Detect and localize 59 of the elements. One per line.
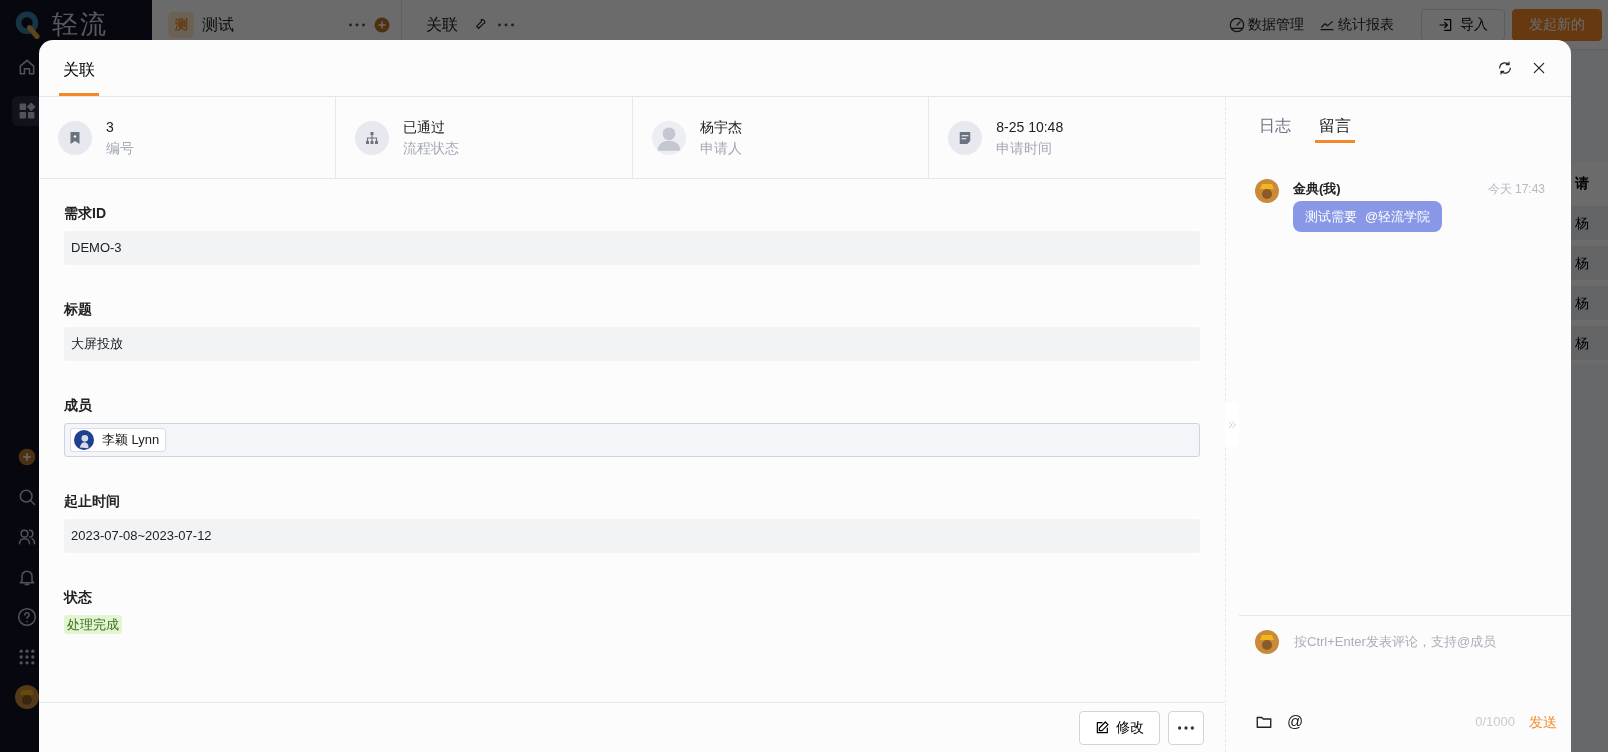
search-icon[interactable] [17, 487, 37, 507]
logo-text: 轻流 [52, 7, 108, 41]
comment-author: 金典(我) [1293, 180, 1341, 198]
gauge-icon [1228, 16, 1245, 33]
field-value: 2023-07-08~2023-07-12 [64, 519, 1200, 553]
summary-value: 杨宇杰 [699, 117, 742, 137]
tab[interactable]: 日志 [1255, 109, 1295, 143]
field-value: 大屏投放 [64, 327, 1200, 361]
toolbar-link[interactable]: 统计报表 [1311, 8, 1402, 41]
summary-label: 申请人 [699, 138, 742, 158]
summary-label: 编号 [106, 138, 134, 158]
comment-text: 测试需要 [1305, 207, 1357, 226]
app-badge: 测 [168, 11, 194, 38]
member-name: 李颖 Lynn [102, 431, 160, 450]
summary-value: 已通过 [402, 117, 446, 137]
summary-label: 流程状态 [402, 138, 459, 158]
form-name: 关联 [426, 14, 458, 35]
field-value: DEMO-3 [64, 231, 1200, 265]
mention-link[interactable]: @轻流学院 [1365, 206, 1431, 226]
more-icon[interactable] [498, 22, 514, 27]
bell-icon[interactable] [17, 567, 37, 587]
mention-button[interactable]: @ [1287, 710, 1304, 734]
status-tag: 处理完成 [64, 615, 122, 634]
edit-button[interactable]: 修改 [1079, 710, 1160, 745]
home-icon[interactable] [17, 57, 37, 77]
import-button[interactable]: 导入 [1421, 8, 1505, 41]
help-icon[interactable] [17, 607, 37, 627]
comment-input[interactable]: 按Ctrl+Enter发表评论，支持@成员 [1292, 631, 1555, 653]
avatar [74, 430, 94, 450]
tab[interactable]: 关联 [59, 58, 99, 96]
summary-value: 3 [106, 117, 115, 137]
edit-icon [1094, 719, 1110, 736]
field-label: 起止时间 [64, 492, 121, 511]
more-button[interactable] [1168, 710, 1204, 745]
avatar [1255, 630, 1279, 654]
summary-label: 申请时间 [996, 138, 1054, 158]
chevrons-icon [1226, 418, 1238, 431]
avatar[interactable] [15, 685, 39, 709]
more-icon[interactable] [349, 22, 365, 27]
grid-icon[interactable] [17, 647, 37, 667]
comment-time: 今天 17:43 [1487, 180, 1545, 198]
send-button[interactable]: 发送 [1529, 711, 1557, 733]
field-label: 需求ID [64, 204, 107, 223]
field-label: 标题 [64, 300, 93, 319]
toolbar-link[interactable]: 数据管理 [1221, 8, 1312, 41]
tab[interactable]: 留言 [1315, 109, 1355, 143]
app-name[interactable]: 测试 [202, 12, 234, 37]
import-icon [1438, 16, 1454, 33]
add-icon[interactable] [17, 447, 37, 467]
add-icon[interactable] [373, 15, 391, 34]
field-label: 状态 [64, 588, 93, 607]
more-icon [1178, 725, 1194, 730]
summary-value: 8-25 10:48 [996, 117, 1064, 137]
close-icon[interactable] [1531, 60, 1547, 76]
field-label: 成员 [64, 396, 93, 415]
users-icon[interactable] [17, 527, 37, 547]
refresh-icon[interactable] [1497, 60, 1513, 76]
avatar [1255, 179, 1279, 203]
member-field[interactable]: 李颖 Lynn [64, 423, 1200, 457]
